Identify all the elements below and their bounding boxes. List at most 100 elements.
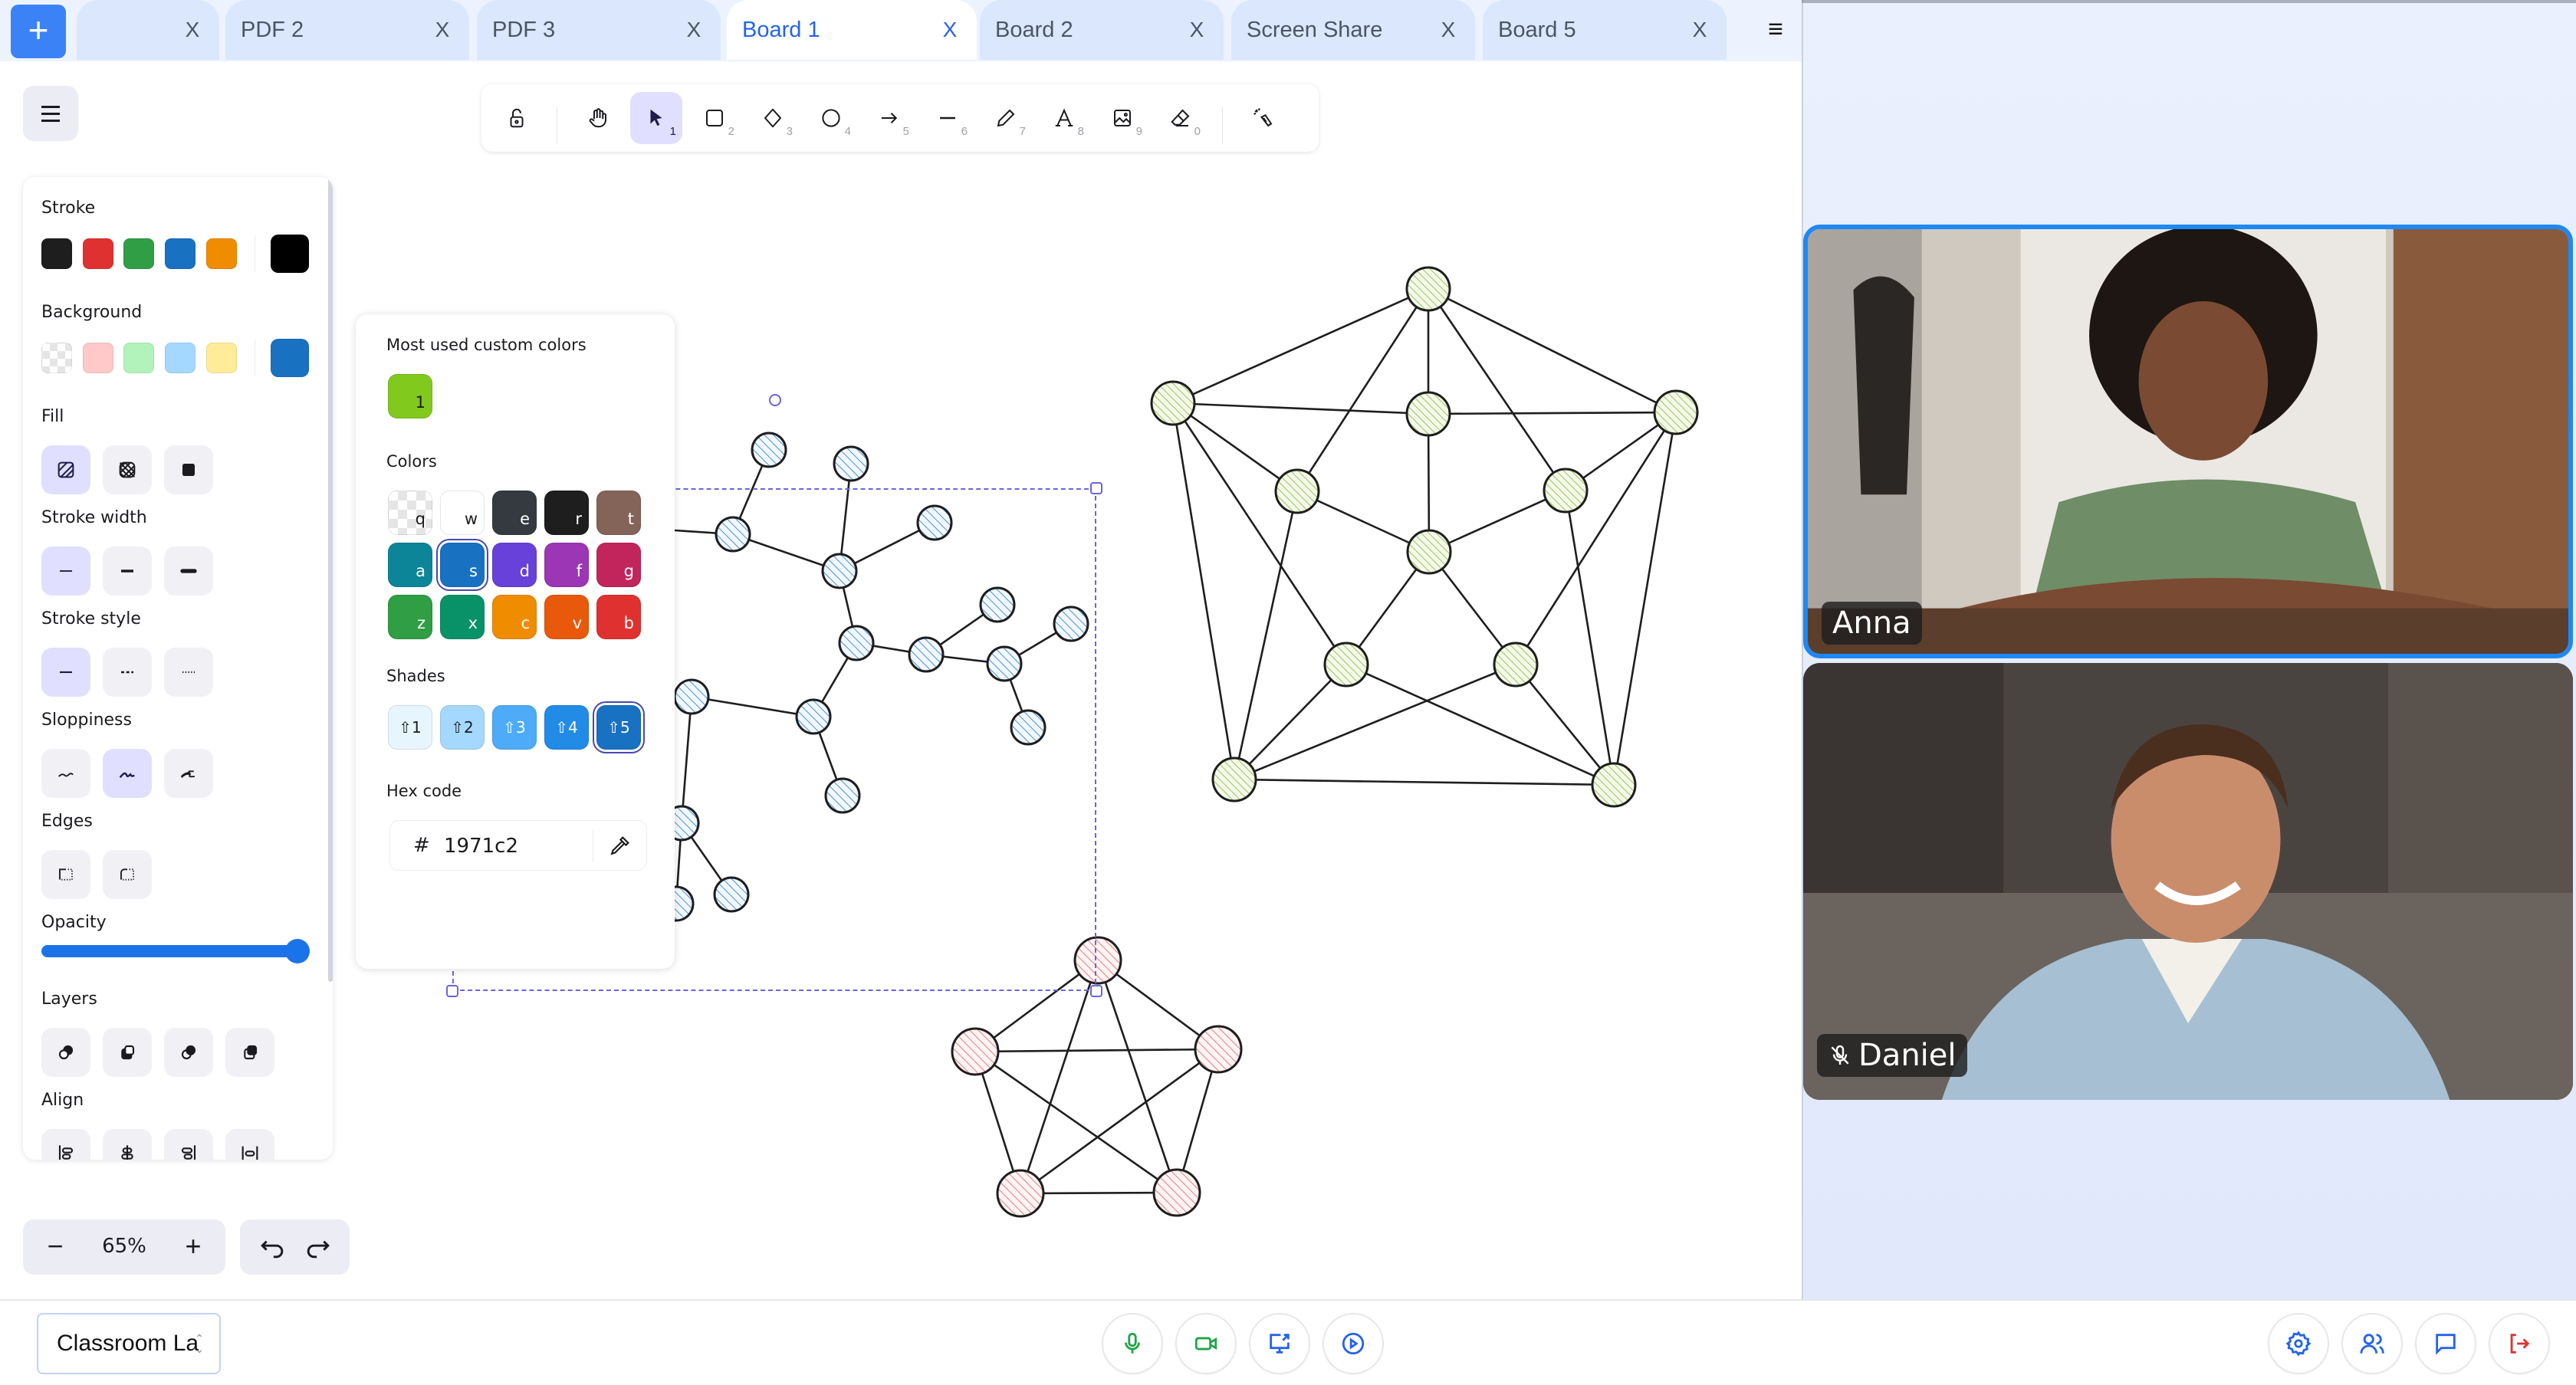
distribute-horizontal-button[interactable] xyxy=(225,1129,274,1160)
background-color-pink[interactable] xyxy=(83,343,113,373)
graph-node[interactable] xyxy=(1493,642,1539,688)
tab-board-5[interactable]: Board 5 X xyxy=(1483,0,1727,60)
shade-swatch-4[interactable]: ⇧4 xyxy=(544,705,589,750)
tab-pdf-2[interactable]: PDF 2 X xyxy=(225,0,469,60)
fill-solid-button[interactable] xyxy=(164,445,213,494)
room-select[interactable]: Classroom La ⌃ ⌄ xyxy=(37,1313,221,1374)
video-tile-daniel[interactable]: Daniel xyxy=(1803,663,2573,1100)
hand-tool[interactable] xyxy=(572,92,624,144)
color-swatch-x[interactable]: x xyxy=(440,595,485,639)
color-swatch-v[interactable]: v xyxy=(544,595,589,639)
fill-cross-hatch-button[interactable] xyxy=(103,445,152,494)
stroke-color-green[interactable] xyxy=(123,238,154,269)
share-screen-button[interactable] xyxy=(1249,1313,1310,1374)
background-current-color[interactable] xyxy=(271,339,309,377)
whiteboard-canvas[interactable]: 1 2 3 4 5 6 7 8 9 0 Stroke Background Fi… xyxy=(0,61,1802,1299)
color-swatch-w[interactable]: w xyxy=(440,491,485,535)
stroke-current-color[interactable] xyxy=(271,235,309,273)
undo-icon[interactable] xyxy=(255,1230,289,1264)
color-swatch-g[interactable]: g xyxy=(596,543,641,587)
add-tab-button[interactable]: + xyxy=(11,5,66,58)
sloppiness-artist-button[interactable] xyxy=(103,749,152,798)
zoom-out-button[interactable]: − xyxy=(38,1230,72,1264)
line-tool[interactable]: 6 xyxy=(922,92,974,144)
hex-code-input[interactable] xyxy=(444,829,582,864)
opacity-slider[interactable] xyxy=(41,939,310,963)
video-tile-anna[interactable]: Anna xyxy=(1803,225,2573,658)
microphone-button[interactable] xyxy=(1102,1313,1163,1374)
shade-swatch-1[interactable]: ⇧1 xyxy=(388,705,432,750)
redo-icon[interactable] xyxy=(301,1230,335,1264)
resize-handle-bottom-right[interactable] xyxy=(1090,985,1102,997)
stroke-style-solid-button[interactable] xyxy=(41,648,90,697)
graph-node[interactable] xyxy=(1323,642,1369,688)
lock-tool[interactable] xyxy=(491,92,543,144)
color-swatch-d[interactable]: d xyxy=(492,543,537,587)
rotation-handle[interactable] xyxy=(769,394,781,406)
tab-untitled[interactable]: X xyxy=(77,0,219,60)
color-swatch-z[interactable]: z xyxy=(388,595,432,639)
camera-button[interactable] xyxy=(1175,1313,1237,1374)
color-swatch-t[interactable]: t xyxy=(596,491,641,535)
stroke-width-extra-bold-button[interactable] xyxy=(164,546,213,596)
graph-node[interactable] xyxy=(1150,380,1196,426)
text-tool[interactable]: 8 xyxy=(1038,92,1090,144)
draw-tool[interactable]: 7 xyxy=(980,92,1032,144)
color-swatch-e[interactable]: e xyxy=(492,491,537,535)
graph-node[interactable] xyxy=(1405,391,1451,437)
resize-handle-top-right[interactable] xyxy=(1090,482,1102,494)
stroke-width-thin-button[interactable] xyxy=(41,546,90,596)
properties-scrollbar[interactable] xyxy=(328,177,333,982)
stroke-width-bold-button[interactable] xyxy=(103,546,152,596)
edges-round-button[interactable] xyxy=(103,850,152,899)
tree-node[interactable] xyxy=(833,445,869,482)
custom-color-swatch[interactable]: 1 xyxy=(388,374,432,418)
dodecahedral-graph[interactable] xyxy=(1150,266,1699,808)
close-icon[interactable]: X xyxy=(431,18,454,42)
background-color-transparent[interactable] xyxy=(41,343,72,373)
pentagon-node[interactable] xyxy=(951,1027,1000,1076)
graph-node[interactable] xyxy=(1543,468,1589,514)
sloppiness-architect-button[interactable] xyxy=(41,749,90,798)
tabs-menu-icon[interactable]: ≡ xyxy=(1762,14,1789,44)
chat-button[interactable] xyxy=(2415,1313,2476,1374)
bring-to-front-button[interactable] xyxy=(225,1028,274,1077)
close-icon[interactable]: X xyxy=(682,18,705,42)
stroke-color-red[interactable] xyxy=(83,238,113,269)
sloppiness-cartoonist-button[interactable] xyxy=(164,749,213,798)
color-swatch-b[interactable]: b xyxy=(596,595,641,639)
tab-screen-share[interactable]: Screen Share X xyxy=(1231,0,1475,60)
shade-swatch-3[interactable]: ⇧3 xyxy=(492,705,537,750)
ellipse-tool[interactable]: 4 xyxy=(805,92,857,144)
send-backward-button[interactable] xyxy=(103,1028,152,1077)
tab-board-1[interactable]: Board 1 X xyxy=(727,0,977,60)
stroke-color-blue[interactable] xyxy=(165,238,196,269)
bring-forward-button[interactable] xyxy=(164,1028,213,1077)
background-color-yellow[interactable] xyxy=(206,343,237,373)
resize-handle-bottom-left[interactable] xyxy=(446,985,458,997)
align-right-button[interactable] xyxy=(164,1129,213,1160)
eraser-tool[interactable]: 0 xyxy=(1155,92,1207,144)
shade-swatch-2[interactable]: ⇧2 xyxy=(440,705,485,750)
participants-button[interactable] xyxy=(2341,1313,2403,1374)
pentagon-node[interactable] xyxy=(1152,1168,1201,1217)
stroke-color-black[interactable] xyxy=(41,238,72,269)
align-center-horizontal-button[interactable] xyxy=(103,1129,152,1160)
zoom-level[interactable]: 65% xyxy=(100,1235,149,1258)
laser-tool[interactable] xyxy=(1237,92,1290,144)
tab-board-2[interactable]: Board 2 X xyxy=(980,0,1224,60)
graph-node[interactable] xyxy=(1406,529,1452,575)
graph-node[interactable] xyxy=(1653,389,1699,435)
tree-node[interactable] xyxy=(751,432,787,468)
tab-pdf-3[interactable]: PDF 3 X xyxy=(477,0,721,60)
fill-hachure-button[interactable] xyxy=(41,445,90,494)
color-swatch-q[interactable]: q xyxy=(388,491,432,535)
image-tool[interactable]: 9 xyxy=(1096,92,1148,144)
stroke-style-dotted-button[interactable] xyxy=(164,648,213,697)
zoom-in-button[interactable]: + xyxy=(176,1230,210,1264)
close-icon[interactable]: X xyxy=(1185,18,1208,42)
close-icon[interactable]: X xyxy=(1437,18,1460,42)
close-icon[interactable]: X xyxy=(181,18,204,42)
graph-node[interactable] xyxy=(1591,762,1637,808)
graph-node[interactable] xyxy=(1211,756,1257,802)
